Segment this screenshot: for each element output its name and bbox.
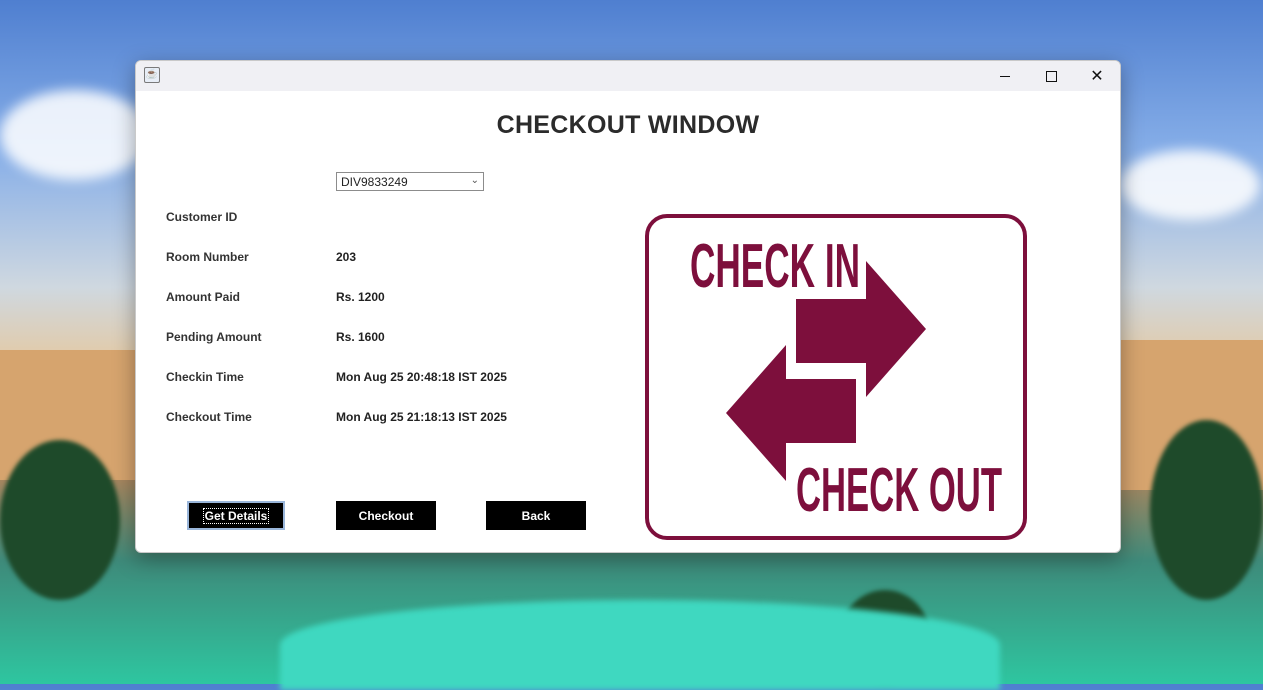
- checkout-button[interactable]: Checkout: [336, 501, 436, 530]
- java-cup-icon[interactable]: ☕: [144, 67, 160, 83]
- customer-id-select[interactable]: DIV9833249 ⌄: [336, 172, 484, 191]
- palm-shape: [840, 590, 930, 684]
- cloud-shape: [1120, 150, 1260, 220]
- customer-id-label: Customer ID: [166, 210, 238, 224]
- building-shape: [0, 350, 135, 480]
- pending-amount-label: Pending Amount: [166, 330, 262, 344]
- room-number-label: Room Number: [166, 250, 249, 264]
- sign-check-out-text: CHECK OUT: [796, 456, 1002, 525]
- minimize-icon: [1000, 75, 1010, 77]
- checkin-time-label: Checkin Time: [166, 370, 244, 384]
- get-details-button[interactable]: Get Details: [187, 501, 285, 530]
- palm-shape: [1150, 420, 1263, 600]
- maximize-icon: [1045, 70, 1057, 82]
- form-panel: CHECKOUT WINDOW Customer ID DIV9833249 ⌄…: [136, 91, 1120, 552]
- amount-paid-label: Amount Paid: [166, 290, 240, 304]
- get-details-label: Get Details: [202, 507, 270, 524]
- palm-shape: [0, 440, 120, 600]
- cloud-shape: [0, 90, 150, 180]
- checkout-window: ☕ ✕ CHECKOUT WINDOW Customer ID DIV98332…: [135, 60, 1121, 553]
- amount-paid-value: Rs. 1200: [336, 290, 385, 304]
- minimize-button[interactable]: [982, 61, 1028, 91]
- maximize-button[interactable]: [1028, 61, 1074, 91]
- building-shape: [1120, 340, 1263, 490]
- checkout-time-label: Checkout Time: [166, 410, 252, 424]
- page-title: CHECKOUT WINDOW: [496, 111, 760, 139]
- checkin-time-value: Mon Aug 25 20:48:18 IST 2025: [336, 370, 507, 384]
- back-button[interactable]: Back: [486, 501, 586, 530]
- close-button[interactable]: ✕: [1074, 61, 1120, 91]
- checkin-checkout-sign: CHECK IN CHECK OUT: [645, 214, 1027, 540]
- pending-amount-value: Rs. 1600: [336, 330, 385, 344]
- title-bar[interactable]: ☕ ✕: [136, 61, 1120, 91]
- close-icon: ✕: [1090, 68, 1104, 85]
- pool-shape: [280, 600, 1000, 690]
- room-number-value: 203: [336, 250, 357, 264]
- sign-check-in-text: CHECK IN: [690, 232, 860, 301]
- customer-id-selected-value: DIV9833249: [341, 175, 408, 189]
- chevron-down-icon[interactable]: ⌄: [471, 175, 479, 186]
- checkout-time-value: Mon Aug 25 21:18:13 IST 2025: [336, 410, 507, 424]
